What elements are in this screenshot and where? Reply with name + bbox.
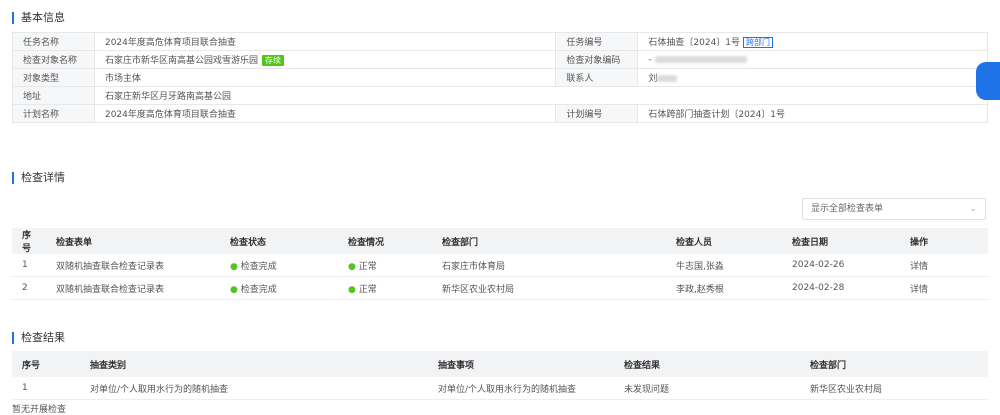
row-dept: 新华区农业农村局 <box>432 276 666 300</box>
row-no: 1 <box>12 377 80 400</box>
table-row: 1 双随机抽查联合检查记录表 ● 检查完成 ● 正常 石家庄市体育局 牛志国,张… <box>12 254 988 277</box>
row-category: 对单位/个人取用水行为的随机抽查 <box>80 377 428 400</box>
info-row: 地址 石家庄新华区月牙路南高基公园 <box>12 86 989 105</box>
obj-type-value: 市场主体 <box>93 68 557 87</box>
row-no: 1 <box>12 254 46 277</box>
detail-link[interactable]: 详情 <box>900 276 988 300</box>
task-name-label: 任务名称 <box>12 32 95 51</box>
obj-type-label: 对象类型 <box>12 68 95 87</box>
contact-label: 联系人 <box>555 68 639 87</box>
contact-value: 刘 <box>648 74 658 84</box>
info-row: 计划名称 2024年度高危体育项目联合抽查 计划编号 石体跨部门抽查计划〔202… <box>12 104 988 123</box>
row-state-text: 检查完成 <box>240 261 277 272</box>
status-dot-icon: ● <box>230 261 238 272</box>
col-header: 检查人员 <box>666 228 782 254</box>
col-header: 抽查类别 <box>80 351 428 377</box>
obj-name-value: 石家庄市新华区南高基公园戏雪游乐园 <box>104 56 258 66</box>
details-title: 检查详情 <box>12 172 65 184</box>
row-form: 双随机抽查联合检查记录表 <box>46 276 220 300</box>
status-dot-icon: ● <box>348 284 356 295</box>
col-header: 检查表单 <box>46 228 220 254</box>
row-result-text: 正常 <box>358 284 377 295</box>
info-row: 任务名称 2024年度高危体育项目联合抽查 任务编号 石体抽查〔2024〕1号跨… <box>12 32 988 51</box>
col-header: 序号 <box>12 228 46 254</box>
task-no-value: 石体抽查〔2024〕1号 <box>648 38 741 48</box>
form-filter-value: 显示全部检查表单 <box>811 204 884 214</box>
col-header: 操作 <box>900 228 988 254</box>
chevron-down-icon: ⌄ <box>969 204 977 214</box>
col-header: 抽查事项 <box>428 351 614 377</box>
col-header: 检查部门 <box>800 351 988 377</box>
redacted-contact <box>657 75 678 82</box>
row-dept: 新华区农业农村局 <box>800 377 988 400</box>
row-result: 未发现问题 <box>614 377 800 400</box>
form-filter-select[interactable]: 显示全部检查表单 ⌄ <box>802 198 986 220</box>
row-dept: 石家庄市体育局 <box>432 254 666 277</box>
table-row: 2 双随机抽查联合检查记录表 ● 检查完成 ● 正常 新华区农业农村局 李政,赵… <box>12 276 988 300</box>
plan-no-label: 计划编号 <box>555 104 639 123</box>
col-header: 检查日期 <box>782 228 900 254</box>
col-header: 检查结果 <box>614 351 800 377</box>
col-header: 检查情况 <box>338 228 432 254</box>
cross-dept-tag: 跨部门 <box>743 37 774 48</box>
row-state: ● 检查完成 <box>220 254 338 277</box>
obj-code-label: 检查对象编码 <box>555 50 639 69</box>
status-dot-icon: ● <box>348 261 356 272</box>
row-result: ● 正常 <box>338 254 432 277</box>
col-header: 检查状态 <box>220 228 338 254</box>
row-date: 2024-02-26 <box>782 254 900 277</box>
plan-name-label: 计划名称 <box>12 104 95 123</box>
task-no-cell: 石体抽查〔2024〕1号 跨部门 <box>637 32 988 51</box>
obj-name-cell: 石家庄市新华区南高基公园戏雪游乐园 存续 <box>93 50 557 69</box>
results-table: 序号 抽查类别 抽查事项 检查结果 检查部门 1 对单位/个人取用水行为的随机抽… <box>12 351 988 400</box>
details-table: 序号 检查表单 检查状态 检查情况 检查部门 检查人员 检查日期 操作 1 双随… <box>12 228 988 300</box>
info-row: 检查对象名称 石家庄市新华区南高基公园戏雪游乐园 存续 检查对象编码 - <box>12 50 988 69</box>
plan-name-value: 2024年度高危体育项目联合抽查 <box>93 104 557 123</box>
row-staff: 李政,赵秀根 <box>666 276 782 300</box>
addr-value: 石家庄新华区月牙路南高基公园 <box>93 86 989 105</box>
row-result-text: 正常 <box>358 261 377 272</box>
obj-code-value: - <box>648 54 652 65</box>
row-item: 对单位/个人取用水行为的随机抽查 <box>428 377 614 400</box>
basic-info-title: 基本信息 <box>12 12 65 24</box>
detail-link[interactable]: 详情 <box>900 254 988 277</box>
row-form: 双随机抽查联合检查记录表 <box>46 254 220 277</box>
col-header: 检查部门 <box>432 228 666 254</box>
contact-cell: 刘 <box>637 68 988 87</box>
row-state-text: 检查完成 <box>240 284 277 295</box>
col-header: 序号 <box>12 351 80 377</box>
results-title: 检查结果 <box>12 332 65 344</box>
status-dot-icon: ● <box>230 284 238 295</box>
obj-name-label: 检查对象名称 <box>12 50 95 69</box>
row-no: 2 <box>12 276 46 300</box>
row-date: 2024-02-28 <box>782 276 900 300</box>
status-badge: 存续 <box>262 55 284 66</box>
info-row: 对象类型 市场主体 联系人 刘 <box>12 68 988 87</box>
basic-info-table: 任务名称 2024年度高危体育项目联合抽查 任务编号 石体抽查〔2024〕1号跨… <box>12 32 989 123</box>
row-result: ● 正常 <box>338 276 432 300</box>
table-header-row: 序号 检查表单 检查状态 检查情况 检查部门 检查人员 检查日期 操作 <box>12 228 988 254</box>
addr-label: 地址 <box>12 86 95 105</box>
assistant-icon[interactable] <box>976 62 1000 100</box>
task-no-label: 任务编号 <box>555 32 639 51</box>
table-header-row: 序号 抽查类别 抽查事项 检查结果 检查部门 <box>12 351 988 377</box>
table-row: 1 对单位/个人取用水行为的随机抽查 对单位/个人取用水行为的随机抽查 未发现问… <box>12 377 988 400</box>
row-staff: 牛志国,张淼 <box>666 254 782 277</box>
row-state: ● 检查完成 <box>220 276 338 300</box>
redacted-code <box>654 55 747 63</box>
obj-code-cell: - <box>637 50 988 69</box>
task-name-value: 2024年度高危体育项目联合抽查 <box>93 32 557 51</box>
plan-no-value: 石体跨部门抽查计划〔2024〕1号 <box>637 104 988 123</box>
